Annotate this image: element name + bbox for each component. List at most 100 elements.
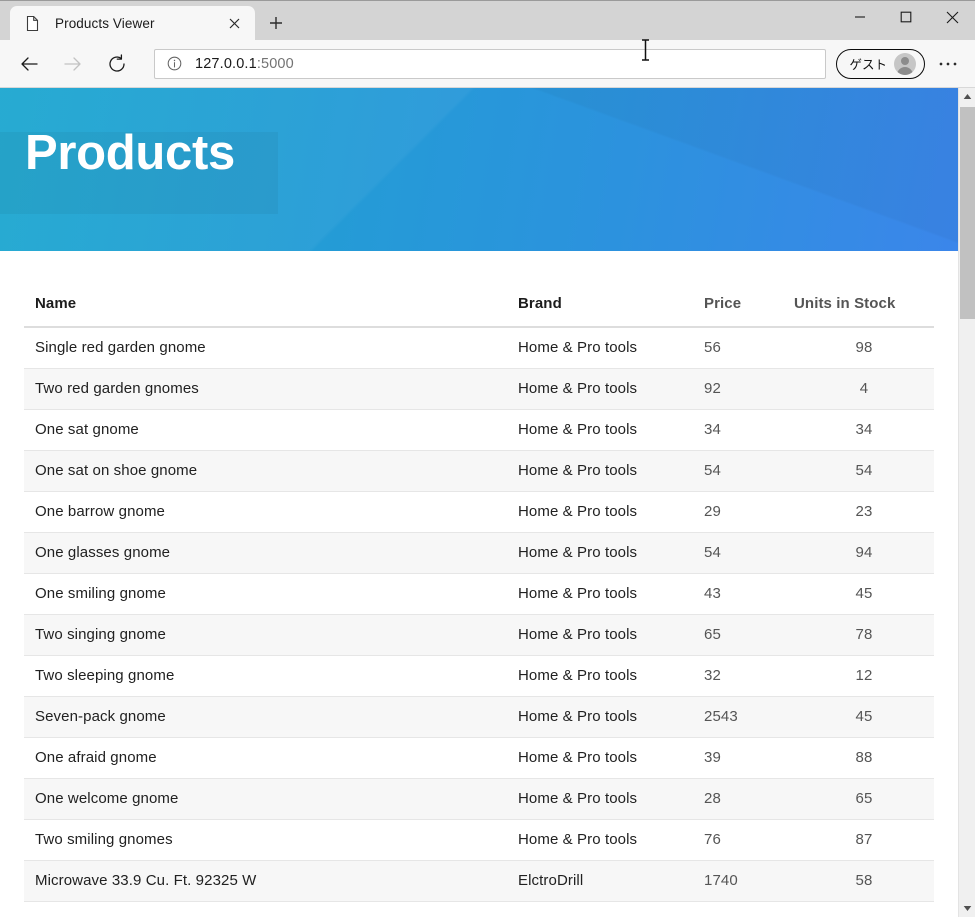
cell-units-in-stock: 94 [794,532,934,574]
table-row: One glasses gnome Home & Pro tools 54 94 [24,532,934,574]
cell-price: 2543 [704,696,794,738]
column-header-price[interactable]: Price [704,295,794,328]
table-row: One welcome gnome Home & Pro tools 28 65 [24,778,934,820]
cell-units-in-stock: 65 [794,778,934,820]
cell-brand: Home & Pro tools [518,737,704,779]
cell-units-in-stock: 78 [794,614,934,656]
profile-button[interactable]: ゲスト [836,48,925,79]
cell-name: Single red garden gnome [24,327,518,369]
cell-brand: Home & Pro tools [518,655,704,697]
cell-price: 32 [704,655,794,697]
column-header-name[interactable]: Name [24,295,518,328]
cell-units-in-stock: 88 [794,737,934,779]
table-row: Single red garden gnome Home & Pro tools 5… [24,327,934,369]
table-body: Single red garden gnome Home & Pro tools 5… [24,327,934,902]
cell-brand: Home & Pro tools [518,819,704,861]
table-row: Two singing gnome Home & Pro tools 65 78 [24,614,934,656]
cell-name: One sat gnome [24,409,518,451]
table-row: Two sleeping gnome Home & Pro tools 32 12 [24,655,934,697]
cell-name: Two red garden gnomes [24,368,518,410]
page-viewport: Products Name Brand Price Units in Stock… [0,88,975,917]
table-header-row: Name Brand Price Units in Stock [24,295,934,328]
cell-units-in-stock: 23 [794,491,934,533]
minimize-icon[interactable] [837,1,883,33]
new-tab-button[interactable] [259,8,293,38]
cell-brand: Home & Pro tools [518,696,704,738]
cell-price: 28 [704,778,794,820]
cell-units-in-stock: 34 [794,409,934,451]
cell-units-in-stock: 54 [794,450,934,492]
title-bar: Products Viewer [0,0,975,40]
page-icon [24,15,41,32]
cell-brand: Home & Pro tools [518,614,704,656]
avatar [894,52,916,75]
cell-brand: Home & Pro tools [518,368,704,410]
cell-units-in-stock: 45 [794,696,934,738]
column-header-brand[interactable]: Brand [518,295,704,328]
window-controls [837,1,975,33]
reload-icon[interactable] [98,45,136,83]
cell-brand: Home & Pro tools [518,491,704,533]
cell-price: 56 [704,327,794,369]
browser-toolbar: 127.0.0.1:5000 ゲスト [0,40,975,88]
cell-price: 76 [704,819,794,861]
url-port: :5000 [256,55,294,72]
cell-units-in-stock: 58 [794,860,934,902]
cell-name: One sat on shoe gnome [24,450,518,492]
cell-units-in-stock: 12 [794,655,934,697]
scroll-down-icon[interactable] [959,900,975,917]
page-banner: Products [0,88,958,251]
products-page: Products Name Brand Price Units in Stock… [0,88,958,917]
cell-price: 29 [704,491,794,533]
cell-name: Two smiling gnomes [24,819,518,861]
cell-name: One glasses gnome [24,532,518,574]
tab-strip: Products Viewer [0,0,293,40]
tab-title: Products Viewer [55,15,155,31]
cell-name: Seven-pack gnome [24,696,518,738]
info-icon[interactable] [165,55,183,73]
browser-window: Products Viewer 127.0.0.1:5000 ゲスト Produ… [0,0,975,917]
close-icon[interactable] [221,10,247,36]
cell-price: 54 [704,450,794,492]
scrollbar-thumb[interactable] [960,107,975,319]
cell-name: Two sleeping gnome [24,655,518,697]
scroll-up-icon[interactable] [959,88,975,105]
profile-label: ゲスト [849,58,887,72]
maximize-icon[interactable] [883,1,929,33]
cell-brand: Home & Pro tools [518,532,704,574]
cell-brand: Home & Pro tools [518,573,704,615]
table-row: One afraid gnome Home & Pro tools 39 88 [24,737,934,779]
cell-brand: Home & Pro tools [518,778,704,820]
vertical-scrollbar[interactable] [958,88,975,917]
cell-price: 1740 [704,860,794,902]
cell-price: 34 [704,409,794,451]
cell-brand: Home & Pro tools [518,409,704,451]
cell-brand: Home & Pro tools [518,450,704,492]
cell-units-in-stock: 87 [794,819,934,861]
table-row: One sat on shoe gnome Home & Pro tools 54 5… [24,450,934,492]
tab-products-viewer[interactable]: Products Viewer [10,6,255,40]
url-host: 127.0.0.1 [195,55,257,72]
cell-price: 65 [704,614,794,656]
table-row: One sat gnome Home & Pro tools 34 34 [24,409,934,451]
table-row: Two smiling gnomes Home & Pro tools 76 87 [24,819,934,861]
cell-price: 54 [704,532,794,574]
column-header-units-in-stock[interactable]: Units in Stock [794,295,934,328]
cell-price: 43 [704,573,794,615]
close-window-icon[interactable] [929,1,975,33]
page-content: Name Brand Price Units in Stock Single r… [0,295,958,902]
address-bar[interactable]: 127.0.0.1:5000 [154,48,827,79]
table-head: Name Brand Price Units in Stock [24,295,934,328]
cell-name: Two singing gnome [24,614,518,656]
table-row: One smiling gnome Home & Pro tools 43 45 [24,573,934,615]
forward-icon [54,45,92,83]
table-row: Seven-pack gnome Home & Pro tools 2543 45 [24,696,934,738]
cell-brand: ElctroDrill [518,860,704,902]
cell-price: 92 [704,368,794,410]
back-icon[interactable] [10,45,48,83]
cell-name: One welcome gnome [24,778,518,820]
cell-price: 39 [704,737,794,779]
more-options-icon[interactable] [931,47,965,81]
products-table: Name Brand Price Units in Stock Single r… [24,295,934,902]
page-title: Products [25,126,235,180]
